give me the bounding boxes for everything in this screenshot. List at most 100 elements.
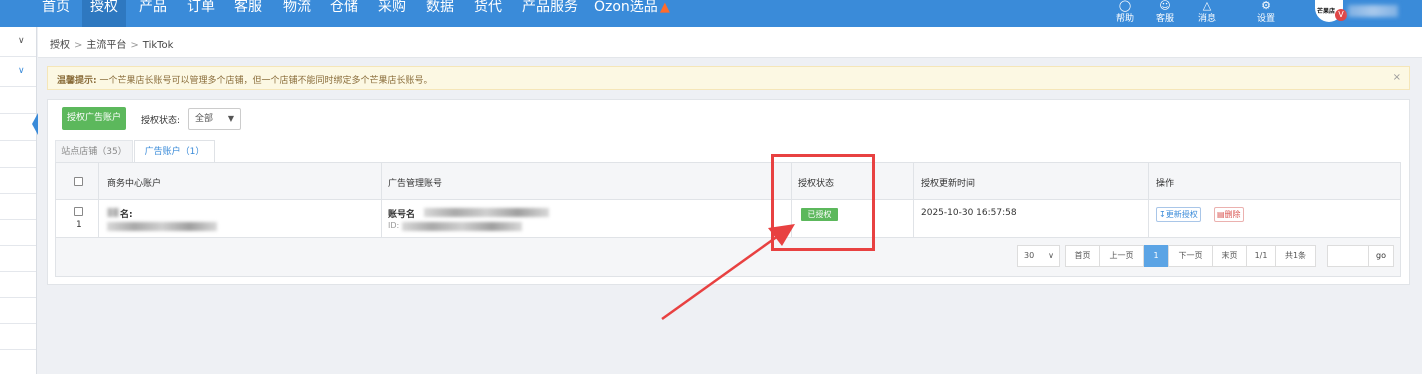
sidebar-item[interactable] [0, 324, 36, 350]
delete-label: 删除 [1224, 210, 1241, 219]
customer-service-button[interactable]: ☺ 客服 [1148, 0, 1182, 26]
nav-item-home[interactable]: 首页 [42, 0, 70, 27]
nav-item-authorization[interactable]: 授权 [82, 0, 126, 27]
page-1-button[interactable]: 1 [1144, 245, 1168, 267]
sidebar-item[interactable] [0, 87, 36, 114]
table-row: 1 名: 账号名 ID: 已授权 2025-10-30 16:57:58 ↧更新… [56, 200, 1400, 238]
fire-icon: ▲ [659, 0, 670, 15]
sidebar-item[interactable] [0, 246, 36, 272]
customer-service-label: 客服 [1155, 14, 1174, 24]
tip-message: 一个芒果店长账号可以管理多个店铺，但一个店铺不能同时绑定多个芒果店长账号。 [99, 76, 433, 86]
page-jump-input[interactable] [1327, 245, 1369, 267]
nav-item-data[interactable]: 数据 [426, 0, 454, 27]
vip-badge: V [1335, 9, 1347, 21]
breadcrumb-bar: 授权 > 主流平台 > TikTok [38, 27, 1422, 58]
avatar-text: 芒果店 [1317, 8, 1336, 15]
nav-item-freight[interactable]: 货代 [474, 0, 502, 27]
nav-item-logistics[interactable]: 物流 [283, 0, 311, 27]
table-header: 商务中心账户 广告管理账号 授权状态 授权更新时间 操作 [56, 163, 1400, 200]
update-auth-button[interactable]: ↧更新授权 [1156, 207, 1201, 222]
nav-item-warehouse[interactable]: 仓储 [330, 0, 358, 27]
update-auth-label: 更新授权 [1165, 210, 1198, 219]
settings-button[interactable]: ⚙ 设置 [1249, 0, 1283, 26]
breadcrumb-item-platform[interactable]: 主流平台 [86, 40, 126, 51]
ad-accounts-table: 商务中心账户 广告管理账号 授权状态 授权更新时间 操作 1 名: 账号名 ID… [55, 162, 1401, 277]
redacted-text [107, 222, 217, 231]
nav-item-products[interactable]: 产品 [139, 0, 167, 27]
main-panel: 授权广告账户 授权状态: 全部 ▼ 站点店铺（35） 广告账户（1） 商务中心账… [47, 99, 1410, 285]
row-index: 1 [76, 220, 82, 230]
select-all-checkbox[interactable] [74, 177, 83, 186]
bell-icon: △ [1202, 0, 1212, 12]
nav-item-product-services[interactable]: 产品服务 [522, 0, 578, 27]
divider [98, 163, 99, 238]
nav-item-customer-service[interactable]: 客服 [234, 0, 262, 27]
sidebar-item-active[interactable] [0, 114, 36, 141]
page-size-value: 30 [1024, 251, 1035, 260]
caret-down-icon: ▼ [227, 114, 234, 123]
last-page-button[interactable]: 末页 [1212, 245, 1247, 267]
sidebar-item[interactable] [0, 141, 36, 168]
page-size-select[interactable]: 30 ∨ [1017, 245, 1060, 267]
row-checkbox[interactable] [74, 207, 83, 216]
sidebar: ∨ ∨ [0, 27, 37, 374]
ad-account-id: ID: [388, 221, 400, 230]
tab-ad-accounts[interactable]: 广告账户（1） [134, 140, 215, 163]
gear-icon: ⚙ [1261, 0, 1271, 12]
page-count: 1/1 [1246, 245, 1276, 267]
first-page-button[interactable]: 首页 [1065, 245, 1100, 267]
status-filter-value: 全部 [195, 114, 214, 124]
download-icon: ↧ [1159, 210, 1166, 219]
chevron-down-icon: ∨ [18, 66, 25, 76]
active-indicator [32, 113, 38, 135]
tip-alert: 温馨提示: 一个芒果店长账号可以管理多个店铺，但一个店铺不能同时绑定多个芒果店长… [47, 66, 1410, 90]
nav-item-orders[interactable]: 订单 [187, 0, 215, 27]
breadcrumb: 授权 > 主流平台 > TikTok [50, 36, 173, 51]
nav-item-ozon-selection[interactable]: Ozon选品 ▲ [594, 0, 670, 27]
close-icon[interactable]: × [1393, 72, 1401, 83]
sidebar-item[interactable] [0, 220, 36, 246]
redacted-text [424, 208, 549, 217]
redacted-text [402, 222, 522, 231]
sidebar-group-2[interactable]: ∨ [0, 57, 36, 87]
breadcrumb-separator-icon: > [74, 40, 83, 51]
sidebar-group-1[interactable]: ∨ [0, 27, 36, 57]
nav-item-purchasing[interactable]: 采购 [378, 0, 406, 27]
top-nav-bar: 首页 授权 产品 订单 客服 物流 仓储 采购 数据 货代 产品服务 Ozon选… [0, 0, 1422, 27]
sidebar-item[interactable] [0, 298, 36, 324]
authorize-ad-account-button[interactable]: 授权广告账户 [62, 107, 126, 130]
help-button[interactable]: ◯ 帮助 [1108, 0, 1142, 26]
trash-icon: ▤ [1217, 210, 1225, 219]
bc-account-name: 名: [120, 210, 133, 220]
sidebar-item[interactable] [0, 194, 36, 220]
chevron-down-icon: ∨ [1048, 251, 1054, 260]
divider [381, 163, 382, 238]
nav-item-ozon-label: Ozon选品 [594, 0, 658, 15]
tab-site-stores[interactable]: 站点店铺（35） [55, 140, 133, 163]
redacted-text [107, 208, 119, 217]
divider [913, 163, 914, 238]
sidebar-item[interactable] [0, 168, 36, 194]
sidebar-item[interactable] [0, 272, 36, 298]
next-page-button[interactable]: 下一页 [1168, 245, 1213, 267]
customer-service-icon: ☺ [1159, 0, 1171, 12]
col-actions: 操作 [1156, 179, 1175, 189]
annotation-highlight-box [771, 154, 875, 251]
help-icon: ◯ [1118, 0, 1132, 12]
ad-account-name: 账号名 [388, 210, 416, 220]
settings-label: 设置 [1256, 14, 1275, 24]
delete-button[interactable]: ▤删除 [1214, 207, 1244, 222]
tip-text: 温馨提示: 一个芒果店长账号可以管理多个店铺，但一个店铺不能同时绑定多个芒果店长… [57, 73, 433, 86]
prev-page-button[interactable]: 上一页 [1099, 245, 1144, 267]
col-updated-time: 授权更新时间 [921, 179, 976, 189]
col-business-center: 商务中心账户 [107, 179, 162, 189]
status-filter-select[interactable]: 全部 ▼ [188, 108, 241, 130]
col-ad-account: 广告管理账号 [388, 179, 443, 189]
breadcrumb-item-tiktok: TikTok [142, 40, 174, 51]
messages-label: 消息 [1197, 14, 1216, 24]
breadcrumb-item-authorization[interactable]: 授权 [50, 40, 70, 51]
breadcrumb-separator-icon: > [130, 40, 139, 51]
messages-button[interactable]: △ 消息 [1190, 0, 1224, 26]
username-redacted[interactable] [1348, 5, 1398, 17]
go-button[interactable]: go [1368, 245, 1394, 267]
